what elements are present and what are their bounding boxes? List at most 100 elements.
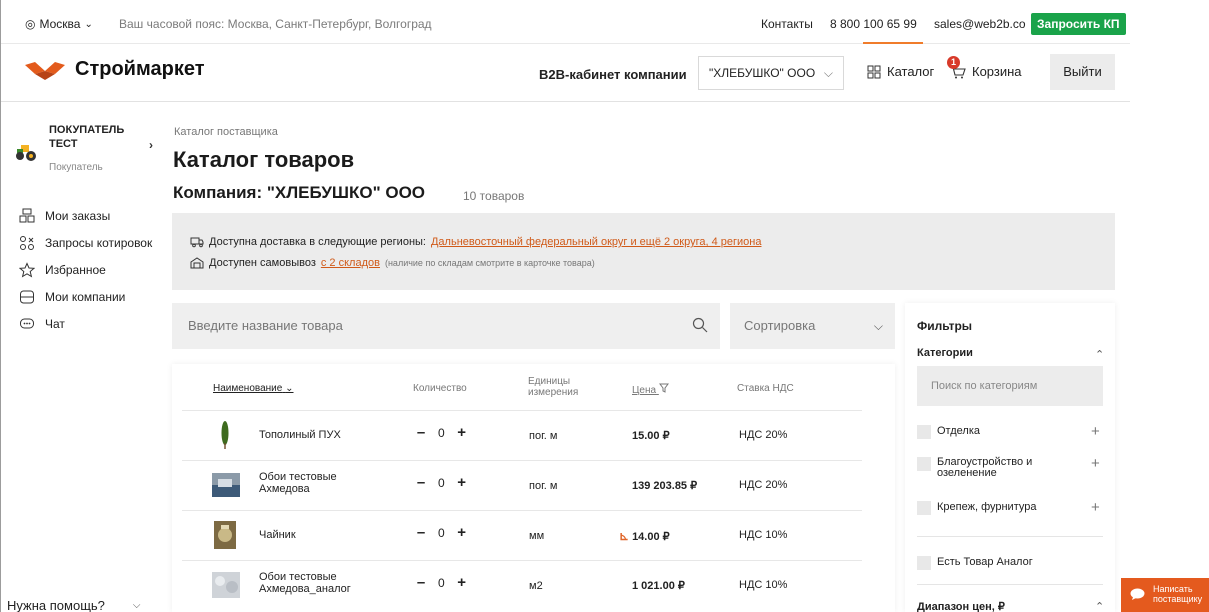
sidebar-item-label: Чат bbox=[45, 316, 65, 331]
delivery-line: Доступна доставка в следующие регионы: Д… bbox=[190, 236, 761, 248]
buyer-profile[interactable]: ПОКУПАТЕЛЬ ТЕСТ Покупатель › bbox=[15, 124, 165, 180]
sidebar-item-orders[interactable]: Мои заказы bbox=[19, 202, 152, 229]
checkbox[interactable] bbox=[917, 501, 931, 515]
catalog-label: Каталог bbox=[887, 64, 935, 79]
company-title: Компания: "ХЛЕБУШКО" ООО bbox=[173, 183, 426, 202]
increment-button[interactable]: + bbox=[455, 425, 469, 441]
sidebar-item-quotes[interactable]: Запросы котировок bbox=[19, 229, 152, 256]
write-supplier-button[interactable]: Написать поставщику bbox=[1121, 578, 1209, 612]
increment-button[interactable]: + bbox=[455, 475, 469, 491]
sort-select[interactable]: Сортировка ⌵ bbox=[730, 303, 895, 349]
sidebar-item-chat[interactable]: Чат bbox=[19, 310, 152, 337]
table-row[interactable]: Обои тестовые Ахмедова – 0 + пог. м 139 … bbox=[172, 460, 895, 510]
cart-label: Корзина bbox=[972, 64, 1022, 79]
categories-header[interactable]: Категории bbox=[917, 347, 973, 359]
filter-label: Крепеж, фурнитура bbox=[937, 501, 1037, 513]
cart-count-badge: 1 bbox=[947, 55, 960, 69]
request-quote-button[interactable]: Запросить КП bbox=[1031, 13, 1126, 35]
chat-bubble-icon bbox=[1130, 588, 1145, 600]
increment-button[interactable]: + bbox=[455, 575, 469, 591]
checkbox[interactable] bbox=[917, 425, 931, 439]
search-icon[interactable] bbox=[692, 317, 708, 333]
table-header: Наименование ⌄ Количество Единицы измере… bbox=[172, 364, 895, 410]
product-name[interactable]: Обои тестовые Ахмедова bbox=[259, 471, 337, 495]
expand-plus-icon[interactable]: + bbox=[1091, 499, 1100, 516]
sidebar-item-favorites[interactable]: Избранное bbox=[19, 256, 152, 283]
cart-icon-wrap: 1 bbox=[947, 55, 966, 79]
logout-button[interactable]: Выйти bbox=[1050, 54, 1115, 90]
product-name[interactable]: Обои тестовые Ахмедова_аналог bbox=[259, 571, 351, 595]
company-select[interactable]: "ХЛЕБУШКО" ООО ⌵ bbox=[698, 56, 844, 90]
sidebar-item-companies[interactable]: Мои компании bbox=[19, 283, 152, 310]
quantity-stepper: – 0 + bbox=[414, 425, 469, 441]
decrement-button[interactable]: – bbox=[414, 575, 428, 591]
contacts-link[interactable]: Контакты bbox=[761, 17, 813, 31]
filter-icon bbox=[658, 383, 669, 393]
column-header-vat: Ставка НДС bbox=[737, 383, 794, 394]
city-selector[interactable]: ◎ Москва ⌄ bbox=[25, 17, 93, 31]
products-table: Наименование ⌄ Количество Единицы измере… bbox=[172, 364, 895, 612]
phone-link[interactable]: 8 800 100 65 99 bbox=[830, 17, 917, 31]
cart-link[interactable]: 1 Корзина bbox=[947, 55, 1022, 79]
column-header-qty: Количество bbox=[413, 383, 467, 394]
price-trend-icon[interactable]: ⊾ bbox=[619, 529, 629, 543]
product-image[interactable] bbox=[210, 469, 240, 501]
chat-icon bbox=[20, 318, 34, 328]
decrement-button[interactable]: – bbox=[414, 525, 428, 541]
product-image[interactable] bbox=[212, 519, 238, 551]
product-count: 10 товаров bbox=[463, 189, 525, 203]
logo[interactable]: Строймаркет bbox=[25, 58, 205, 81]
expand-plus-icon[interactable]: + bbox=[1091, 455, 1100, 472]
filter-category-landscaping[interactable]: Благоустройство и озеленение + bbox=[917, 455, 1100, 479]
delivery-regions-link[interactable]: Дальневосточный федеральный округ и ещё … bbox=[431, 236, 762, 248]
sidebar-item-label: Запросы котировок bbox=[45, 235, 153, 250]
checkbox[interactable] bbox=[917, 457, 931, 471]
search-placeholder: Введите название товара bbox=[188, 318, 343, 333]
decrement-button[interactable]: – bbox=[414, 475, 428, 491]
quantity-value[interactable]: 0 bbox=[438, 476, 445, 490]
product-name[interactable]: Чайник bbox=[259, 529, 296, 541]
column-header-name-label: Наименование bbox=[213, 383, 283, 394]
product-search-input[interactable]: Введите название товара bbox=[172, 303, 720, 349]
product-name[interactable]: Тополиный ПУХ bbox=[259, 429, 341, 441]
email-link[interactable]: sales@web2b.co bbox=[934, 17, 1026, 31]
filters-title: Фильтры bbox=[917, 319, 973, 333]
price-range-header[interactable]: Диапазон цен, ₽ bbox=[917, 600, 1005, 612]
quantity-value[interactable]: 0 bbox=[438, 426, 445, 440]
product-image[interactable] bbox=[210, 569, 240, 601]
quantity-value[interactable]: 0 bbox=[438, 526, 445, 540]
warehouse-icon bbox=[190, 257, 204, 269]
pickup-warehouses-link[interactable]: с 2 складов bbox=[321, 257, 380, 269]
table-row[interactable]: Обои тестовые Ахмедова_аналог – 0 + м2 1… bbox=[172, 560, 895, 610]
category-search-input[interactable]: Поиск по категориям bbox=[917, 366, 1103, 406]
logo-icon bbox=[25, 61, 65, 80]
filter-category-finishing[interactable]: Отделка + bbox=[917, 423, 1100, 440]
table-row[interactable]: Тополиный ПУХ – 0 + пог. м 15.00 ₽ НДС 2… bbox=[172, 410, 895, 460]
product-image[interactable] bbox=[212, 419, 238, 451]
table-row[interactable]: Чайник – 0 + мм ⊾ 14.00 ₽ НДС 10% bbox=[172, 510, 895, 560]
pickup-note: (наличие по складам смотрите в карточке … bbox=[384, 258, 595, 268]
help-dropdown[interactable]: Нужна помощь? ⌵ bbox=[7, 598, 140, 612]
chevron-up-icon[interactable]: ⌃ bbox=[1095, 600, 1104, 612]
b2b-cabinet-link[interactable]: B2B-кабинет компании bbox=[539, 67, 687, 82]
decrement-button[interactable]: – bbox=[414, 425, 428, 441]
filter-category-fasteners[interactable]: Крепеж, фурнитура + bbox=[917, 499, 1100, 516]
filter-label-line2: озеленение bbox=[937, 467, 997, 479]
quantity-value[interactable]: 0 bbox=[438, 576, 445, 590]
price-cell: 15.00 ₽ bbox=[632, 430, 670, 442]
checkbox[interactable] bbox=[917, 556, 931, 570]
city-label: Москва bbox=[39, 17, 81, 31]
chevron-up-icon[interactable]: ⌃ bbox=[1095, 348, 1104, 361]
price-cell: 1 021.00 ₽ bbox=[632, 580, 685, 592]
vat-cell: НДС 10% bbox=[739, 579, 788, 591]
breadcrumb[interactable]: Каталог поставщика bbox=[174, 126, 278, 138]
catalog-link[interactable]: Каталог bbox=[867, 64, 934, 79]
vat-cell: НДС 20% bbox=[739, 429, 788, 441]
unit-cell: пог. м bbox=[529, 430, 558, 442]
expand-plus-icon[interactable]: + bbox=[1091, 423, 1100, 440]
increment-button[interactable]: + bbox=[455, 525, 469, 541]
divider bbox=[917, 536, 1103, 537]
column-header-name[interactable]: Наименование ⌄ bbox=[213, 383, 294, 394]
filter-has-analog[interactable]: Есть Товар Аналог bbox=[917, 556, 1033, 570]
column-header-price[interactable]: Цена bbox=[632, 383, 669, 396]
